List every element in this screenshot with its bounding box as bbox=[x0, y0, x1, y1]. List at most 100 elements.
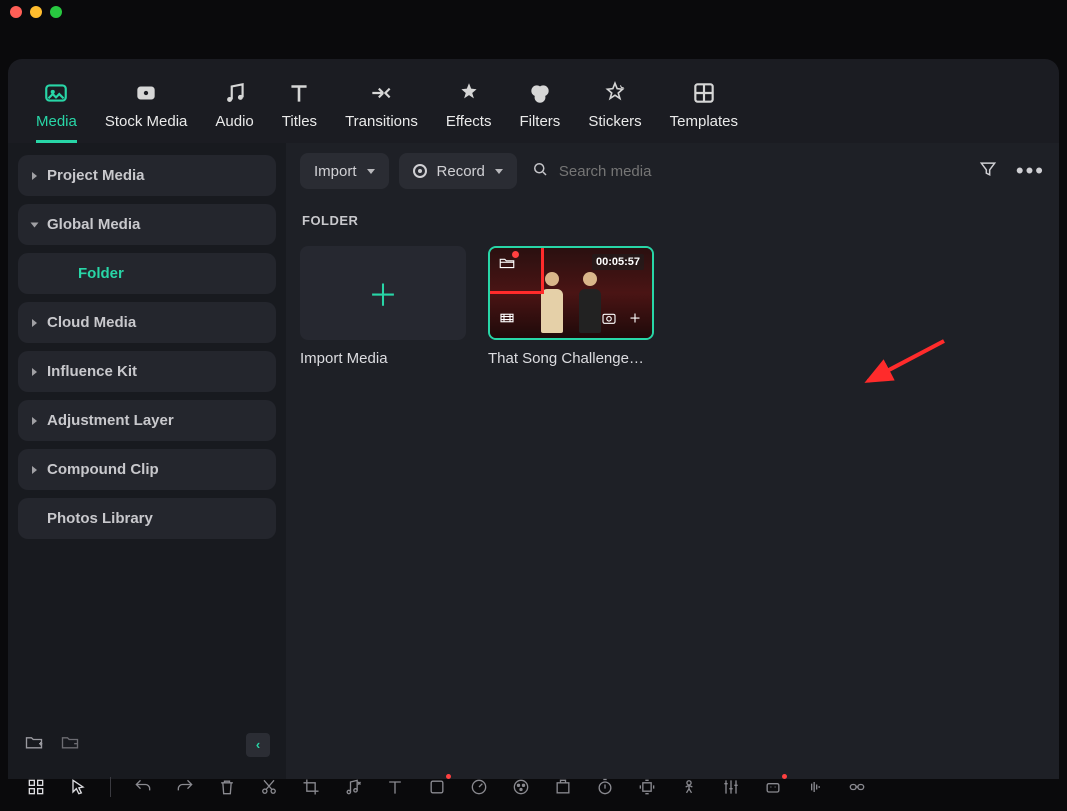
speed-icon[interactable] bbox=[469, 777, 489, 797]
media-icon bbox=[42, 79, 70, 107]
timer-icon[interactable] bbox=[595, 777, 615, 797]
window-minimize[interactable] bbox=[30, 6, 42, 18]
collapse-sidebar-button[interactable]: ‹ bbox=[246, 733, 270, 757]
timeline-toolbar bbox=[8, 769, 1059, 805]
audio-icon bbox=[221, 79, 249, 107]
card-label: Import Media bbox=[300, 350, 466, 367]
chevron-right-icon bbox=[32, 172, 37, 180]
window-close[interactable] bbox=[10, 6, 22, 18]
search-input[interactable] bbox=[559, 163, 779, 180]
sidebar: Project Media Global Media Folder Cloud … bbox=[8, 143, 286, 779]
sidebar-item-cloud-media[interactable]: Cloud Media bbox=[18, 302, 276, 343]
content-toolbar: Import Record ••• bbox=[300, 143, 1045, 199]
motion-icon[interactable] bbox=[679, 777, 699, 797]
content-area: Import Record ••• FOLDER bbox=[286, 143, 1059, 779]
top-tabbar: Media Stock Media Audio Titles Transitio… bbox=[8, 59, 1059, 143]
titles-icon bbox=[285, 79, 313, 107]
crop-icon[interactable] bbox=[301, 777, 321, 797]
badge-dot bbox=[782, 774, 787, 779]
tab-label: Transitions bbox=[345, 113, 418, 130]
sidebar-subitem-folder[interactable]: Folder bbox=[18, 253, 276, 294]
tab-label: Stock Media bbox=[105, 113, 188, 130]
media-clip-card[interactable]: 00:05:57 That Song Challenge… bbox=[488, 246, 654, 367]
undo-icon[interactable] bbox=[133, 777, 153, 797]
audio-detach-icon[interactable] bbox=[343, 777, 363, 797]
media-grid: ＋ Import Media bbox=[300, 246, 1045, 367]
tab-audio[interactable]: Audio bbox=[215, 79, 253, 143]
screenshot-icon[interactable] bbox=[600, 309, 618, 332]
tab-label: Audio bbox=[215, 113, 253, 130]
stock-media-icon bbox=[132, 79, 160, 107]
effects-icon bbox=[455, 79, 483, 107]
editor-panel: Media Stock Media Audio Titles Transitio… bbox=[8, 59, 1059, 779]
chevron-down-icon bbox=[367, 169, 375, 174]
badge-dot bbox=[512, 251, 519, 258]
media-clip-thumb[interactable]: 00:05:57 bbox=[488, 246, 654, 340]
link-icon[interactable] bbox=[847, 777, 867, 797]
tab-label: Titles bbox=[282, 113, 317, 130]
sidebar-item-label: Compound Clip bbox=[47, 461, 159, 478]
sidebar-item-compound-clip[interactable]: Compound Clip bbox=[18, 449, 276, 490]
redo-icon[interactable] bbox=[175, 777, 195, 797]
stickers-icon bbox=[601, 79, 629, 107]
import-media-thumb[interactable]: ＋ bbox=[300, 246, 466, 340]
add-to-timeline-icon[interactable] bbox=[626, 309, 644, 332]
tab-effects[interactable]: Effects bbox=[446, 79, 492, 143]
sidebar-item-label: Influence Kit bbox=[47, 363, 137, 380]
tab-transitions[interactable]: Transitions bbox=[345, 79, 418, 143]
sidebar-item-influence-kit[interactable]: Influence Kit bbox=[18, 351, 276, 392]
tab-label: Stickers bbox=[588, 113, 641, 130]
chevron-down-icon bbox=[31, 222, 39, 227]
import-media-card[interactable]: ＋ Import Media bbox=[300, 246, 466, 367]
more-menu-icon[interactable]: ••• bbox=[1016, 166, 1045, 176]
chevron-right-icon bbox=[32, 417, 37, 425]
tab-stickers[interactable]: Stickers bbox=[588, 79, 641, 143]
search-icon bbox=[531, 160, 549, 183]
text-icon[interactable] bbox=[385, 777, 405, 797]
sidebar-item-project-media[interactable]: Project Media bbox=[18, 155, 276, 196]
filters-icon bbox=[526, 79, 554, 107]
sidebar-item-label: Global Media bbox=[47, 216, 140, 233]
cursor-icon[interactable] bbox=[68, 777, 88, 797]
separator bbox=[110, 777, 111, 797]
film-strip-icon bbox=[498, 309, 516, 332]
waveform-icon[interactable] bbox=[805, 777, 825, 797]
delete-folder-icon[interactable] bbox=[60, 732, 80, 757]
tab-label: Effects bbox=[446, 113, 492, 130]
tab-stock-media[interactable]: Stock Media bbox=[105, 79, 188, 143]
ai-icon[interactable] bbox=[763, 777, 783, 797]
sidebar-item-adjustment-layer[interactable]: Adjustment Layer bbox=[18, 400, 276, 441]
color-icon[interactable] bbox=[511, 777, 531, 797]
tab-templates[interactable]: Templates bbox=[670, 79, 738, 143]
sidebar-item-label: Adjustment Layer bbox=[47, 412, 174, 429]
filter-icon[interactable] bbox=[978, 159, 998, 184]
mask-icon[interactable] bbox=[427, 777, 447, 797]
import-dropdown[interactable]: Import bbox=[300, 153, 389, 189]
sidebar-bottom-bar: ‹ bbox=[18, 722, 276, 767]
tab-filters[interactable]: Filters bbox=[519, 79, 560, 143]
sidebar-item-label: Project Media bbox=[47, 167, 145, 184]
window-traffic-lights bbox=[0, 0, 1067, 24]
adjust-icon[interactable] bbox=[721, 777, 741, 797]
plus-icon: ＋ bbox=[368, 271, 398, 315]
record-dropdown[interactable]: Record bbox=[399, 153, 517, 189]
tab-titles[interactable]: Titles bbox=[282, 79, 317, 143]
chroma-icon[interactable] bbox=[553, 777, 573, 797]
transitions-icon bbox=[367, 79, 395, 107]
delete-icon[interactable] bbox=[217, 777, 237, 797]
tab-label: Filters bbox=[519, 113, 560, 130]
sidebar-item-global-media[interactable]: Global Media bbox=[18, 204, 276, 245]
clip-duration: 00:05:57 bbox=[592, 254, 644, 270]
tab-label: Media bbox=[36, 113, 77, 130]
sidebar-item-photos-library[interactable]: Photos Library bbox=[18, 498, 276, 539]
card-label: That Song Challenge… bbox=[488, 350, 654, 367]
tab-media[interactable]: Media bbox=[36, 79, 77, 143]
window-zoom[interactable] bbox=[50, 6, 62, 18]
grid-icon[interactable] bbox=[26, 777, 46, 797]
tab-label: Templates bbox=[670, 113, 738, 130]
cut-icon[interactable] bbox=[259, 777, 279, 797]
new-folder-icon[interactable] bbox=[24, 732, 44, 757]
keyframe-icon[interactable] bbox=[637, 777, 657, 797]
import-label: Import bbox=[314, 163, 357, 180]
chevron-right-icon bbox=[32, 466, 37, 474]
